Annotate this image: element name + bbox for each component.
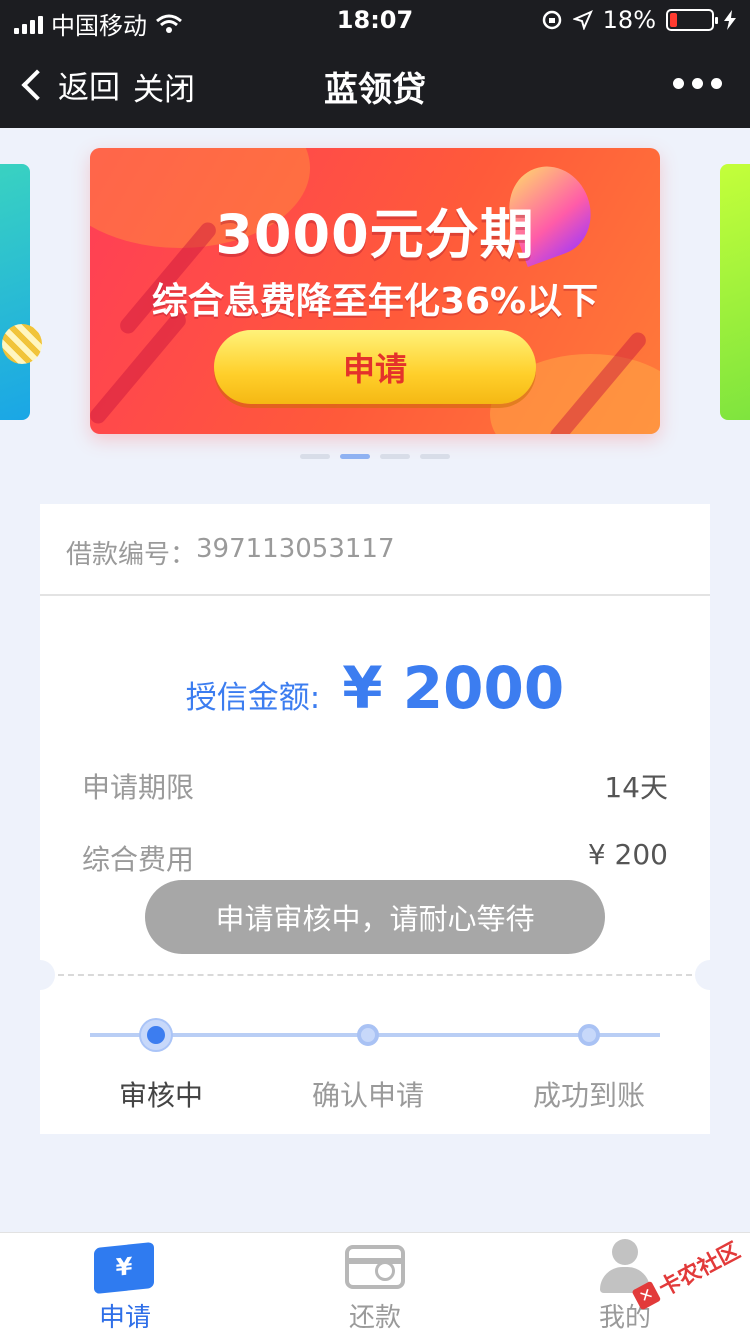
carousel-dot[interactable] <box>380 454 410 459</box>
divider <box>40 594 710 596</box>
rotation-lock-icon <box>542 10 561 30</box>
fee-row: 综合费用 ¥ 200 <box>82 838 668 878</box>
banner-carousel[interactable]: 3000元分期 综合息费降至年化36%以下 申请 <box>0 128 750 488</box>
credit-value: ¥ 2000 <box>342 654 565 722</box>
location-icon <box>572 10 593 30</box>
tab-apply-label: 申请 <box>98 1303 151 1333</box>
status-toast: 申请审核中，请耐心等待 <box>145 880 605 954</box>
status-bar: 中国移动 18:07 18% <box>0 0 750 40</box>
more-dot-icon <box>711 78 722 89</box>
progress-node <box>357 1024 379 1046</box>
battery-icon <box>666 9 718 31</box>
carousel-dot[interactable] <box>420 454 450 459</box>
tab-apply[interactable]: ¥ 申请 <box>0 1233 250 1334</box>
banner-headline: 3000元分期 <box>215 203 535 266</box>
carousel-dot[interactable] <box>340 454 370 459</box>
promo-banner[interactable]: 3000元分期 综合息费降至年化36%以下 申请 <box>90 148 660 434</box>
card-icon <box>345 1245 405 1289</box>
dashed-divider <box>58 974 692 976</box>
term-value: 14天 <box>604 771 668 804</box>
tab-mine-label: 我的 <box>598 1303 651 1333</box>
banner-decoration <box>90 309 190 427</box>
ticket-notch <box>25 960 55 990</box>
banner-prev-card[interactable] <box>0 164 42 420</box>
progress-step-label: 确认申请 <box>311 1079 424 1112</box>
beach-ball-icon <box>2 324 42 364</box>
nav-bar: 返回 关闭 蓝领贷 <box>0 40 750 128</box>
banner-next-card[interactable] <box>720 164 750 420</box>
back-button[interactable]: 返回 <box>18 62 120 107</box>
ticket-notch <box>695 960 725 990</box>
progress-step-label: 成功到账 <box>532 1079 645 1112</box>
progress-step-label: 审核中 <box>118 1079 203 1112</box>
carousel-dot[interactable] <box>300 454 330 459</box>
credit-label: 授信金额: <box>185 680 321 716</box>
battery-percent: 18% <box>602 6 656 34</box>
chevron-left-icon <box>21 68 53 101</box>
status-right: 18% <box>541 6 736 34</box>
loan-number: 借款编号： 397113053117 <box>66 534 395 571</box>
banner-apply-button[interactable]: 申请 <box>214 330 536 404</box>
back-label: 返回 <box>58 70 120 106</box>
loan-number-value: 397113053117 <box>196 534 395 564</box>
loan-number-label: 借款编号： <box>66 540 197 570</box>
fee-value: ¥ 200 <box>587 838 668 871</box>
more-options-button[interactable] <box>673 78 722 89</box>
credit-amount: 授信金额: ¥ 2000 <box>40 654 710 722</box>
term-label: 申请期限 <box>82 771 195 804</box>
more-dot-icon <box>673 78 684 89</box>
apply-ticket-icon: ¥ <box>94 1241 154 1295</box>
close-button[interactable]: 关闭 <box>133 64 195 109</box>
banner-subline: 综合息费降至年化36%以下 <box>151 281 599 322</box>
progress-node <box>141 1020 171 1050</box>
fee-label: 综合费用 <box>82 843 195 876</box>
loan-card: 借款编号： 397113053117 授信金额: ¥ 2000 申请期限 14天… <box>25 504 725 1134</box>
tab-repay[interactable]: 还款 <box>250 1233 500 1334</box>
progress-node <box>578 1024 600 1046</box>
term-row: 申请期限 14天 <box>82 766 668 806</box>
tab-repay-label: 还款 <box>348 1303 401 1333</box>
carousel-pagination <box>300 454 450 459</box>
more-dot-icon <box>692 78 703 89</box>
charging-icon <box>724 10 736 30</box>
